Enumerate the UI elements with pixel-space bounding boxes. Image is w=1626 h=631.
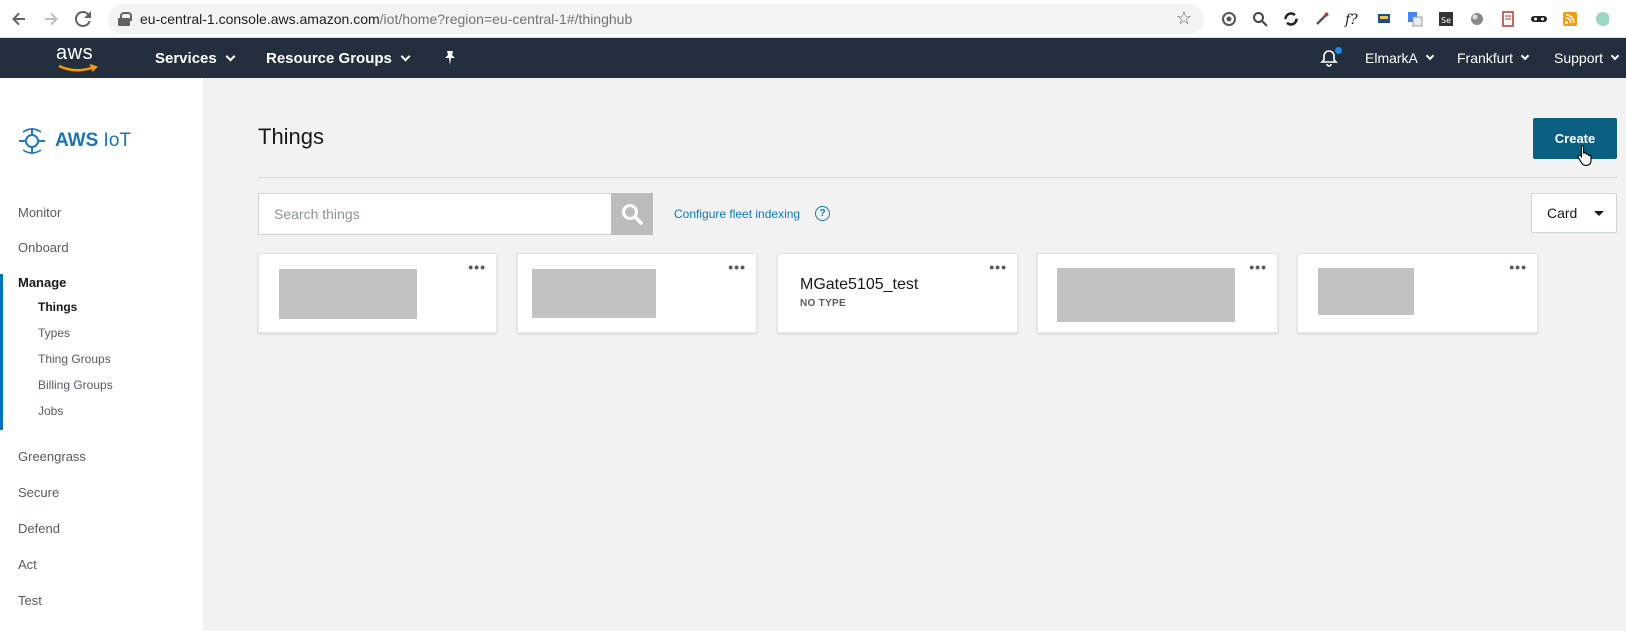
support-menu-label: Support bbox=[1554, 50, 1604, 66]
redacted-thing-name bbox=[532, 269, 656, 318]
sidebar-item-monitor[interactable]: Monitor bbox=[18, 205, 61, 220]
thing-card[interactable]: ••• MGate5105_test NO TYPE bbox=[777, 253, 1018, 333]
sidebar-subitem-things[interactable]: Things bbox=[38, 300, 77, 314]
sidebar-item-onboard[interactable]: Onboard bbox=[18, 240, 69, 255]
sidebar-item-greengrass[interactable]: Greengrass bbox=[18, 449, 86, 464]
create-button[interactable]: Create bbox=[1533, 118, 1617, 159]
extension-selenium-icon[interactable]: Se bbox=[1435, 8, 1457, 30]
more-options-icon[interactable]: ••• bbox=[1509, 260, 1527, 274]
extension-document-icon[interactable] bbox=[1497, 8, 1519, 30]
page-title: Things bbox=[258, 124, 325, 149]
view-mode-label: Card bbox=[1547, 205, 1578, 221]
region-menu-label: Frankfurt bbox=[1457, 50, 1514, 66]
pin-icon[interactable] bbox=[443, 38, 457, 78]
brand-title-rest: IoT bbox=[98, 130, 132, 151]
more-options-icon[interactable]: ••• bbox=[468, 260, 486, 274]
extension-translate-icon[interactable] bbox=[1404, 8, 1426, 30]
reload-icon[interactable] bbox=[70, 6, 96, 32]
sidebar-item-defend[interactable]: Defend bbox=[18, 521, 60, 536]
lock-icon bbox=[118, 12, 132, 26]
chevron-down-icon bbox=[400, 51, 411, 61]
sidebar-item-act[interactable]: Act bbox=[18, 557, 37, 572]
sidebar-subitem-jobs[interactable]: Jobs bbox=[38, 404, 63, 418]
thing-card[interactable]: ••• bbox=[1297, 253, 1538, 333]
region-menu[interactable]: Frankfurt bbox=[1457, 38, 1530, 78]
notification-dot bbox=[1335, 47, 1342, 54]
extension-fingerprint-icon[interactable] bbox=[1218, 8, 1240, 30]
aws-console-header: aws Services Resource Groups ElmarkA Fra… bbox=[0, 38, 1626, 78]
redacted-thing-name bbox=[1318, 268, 1414, 315]
svg-text:Se: Se bbox=[1441, 16, 1451, 25]
chevron-down-icon bbox=[225, 51, 236, 61]
resource-groups-menu-label: Resource Groups bbox=[266, 49, 392, 67]
more-options-icon[interactable]: ••• bbox=[728, 260, 746, 274]
iot-sidebar: AWS IoT Monitor Onboard Manage Things Ty… bbox=[0, 78, 203, 631]
extension-circle-icon[interactable] bbox=[1466, 8, 1488, 30]
forward-icon[interactable] bbox=[38, 6, 64, 32]
thing-card[interactable]: ••• bbox=[258, 253, 497, 333]
aws-smile-icon bbox=[58, 64, 98, 72]
aws-iot-brand[interactable]: AWS IoT bbox=[17, 126, 131, 156]
svg-text:f?: f? bbox=[1344, 12, 1358, 27]
title-divider bbox=[258, 177, 1618, 178]
view-mode-select[interactable]: Card bbox=[1531, 193, 1617, 233]
account-menu-label: ElmarkA bbox=[1365, 50, 1418, 66]
hand-cursor-icon bbox=[1577, 144, 1592, 166]
extension-mask-icon[interactable] bbox=[1528, 8, 1550, 30]
services-menu[interactable]: Services bbox=[155, 38, 236, 78]
sidebar-subitem-types[interactable]: Types bbox=[38, 326, 70, 340]
thing-type: NO TYPE bbox=[800, 298, 846, 309]
sidebar-subitem-thing-groups[interactable]: Thing Groups bbox=[38, 352, 111, 366]
extension-sync-icon[interactable] bbox=[1280, 8, 1302, 30]
extension-eyedropper-icon[interactable] bbox=[1311, 8, 1333, 30]
sidebar-item-secure[interactable]: Secure bbox=[18, 485, 59, 500]
more-options-icon[interactable]: ••• bbox=[989, 260, 1007, 274]
services-menu-label: Services bbox=[155, 49, 217, 67]
extension-font-icon[interactable]: f? bbox=[1342, 8, 1364, 30]
bell-icon bbox=[1320, 47, 1342, 67]
profile-avatar-icon[interactable] bbox=[1590, 8, 1612, 30]
extension-window-icon[interactable] bbox=[1373, 8, 1395, 30]
browser-toolbar: eu-central-1.console.aws.amazon.com/iot/… bbox=[0, 0, 1626, 38]
thing-card[interactable]: ••• bbox=[517, 253, 757, 333]
redacted-thing-name bbox=[1057, 268, 1235, 322]
thing-card[interactable]: ••• bbox=[1037, 253, 1278, 333]
configure-fleet-indexing-link[interactable]: Configure fleet indexing bbox=[674, 207, 800, 221]
account-menu[interactable]: ElmarkA bbox=[1365, 38, 1435, 78]
aws-logo[interactable]: aws bbox=[56, 42, 102, 72]
active-section-marker bbox=[0, 274, 3, 430]
extensions-bar: f? Se bbox=[1218, 8, 1612, 30]
search-things-input[interactable] bbox=[258, 193, 612, 235]
chevron-down-icon bbox=[1520, 51, 1530, 61]
bookmark-star-icon[interactable]: ☆ bbox=[1176, 8, 1192, 29]
help-icon[interactable]: ? bbox=[815, 206, 830, 221]
chevron-down-icon bbox=[1610, 51, 1620, 61]
search-things-group bbox=[258, 193, 653, 235]
sidebar-item-test[interactable]: Test bbox=[18, 593, 42, 608]
back-icon[interactable] bbox=[6, 6, 32, 32]
aws-logo-text: aws bbox=[56, 42, 94, 64]
url-path: /iot/home?region=eu-central-1#/thinghub bbox=[379, 11, 633, 27]
extension-rss-icon[interactable] bbox=[1559, 8, 1581, 30]
chevron-down-icon bbox=[1425, 51, 1435, 61]
extension-magnifier-icon[interactable] bbox=[1249, 8, 1271, 30]
support-menu[interactable]: Support bbox=[1554, 38, 1620, 78]
caret-down-icon bbox=[1594, 211, 1604, 216]
aws-iot-logo-icon bbox=[19, 128, 45, 154]
search-icon bbox=[622, 204, 643, 225]
search-button[interactable] bbox=[611, 193, 653, 235]
more-options-icon[interactable]: ••• bbox=[1249, 260, 1267, 274]
resource-groups-menu[interactable]: Resource Groups bbox=[266, 38, 411, 78]
brand-title: AWS IoT bbox=[55, 130, 131, 152]
address-bar[interactable]: eu-central-1.console.aws.amazon.com/iot/… bbox=[108, 4, 1204, 34]
url-host: eu-central-1.console.aws.amazon.com bbox=[140, 11, 380, 27]
sidebar-subitem-billing-groups[interactable]: Billing Groups bbox=[38, 378, 113, 392]
redacted-thing-name bbox=[279, 269, 417, 319]
sidebar-item-manage[interactable]: Manage bbox=[18, 275, 66, 290]
notifications-bell[interactable] bbox=[1320, 38, 1342, 78]
thing-name[interactable]: MGate5105_test bbox=[800, 276, 918, 294]
brand-title-bold: AWS bbox=[55, 130, 99, 151]
